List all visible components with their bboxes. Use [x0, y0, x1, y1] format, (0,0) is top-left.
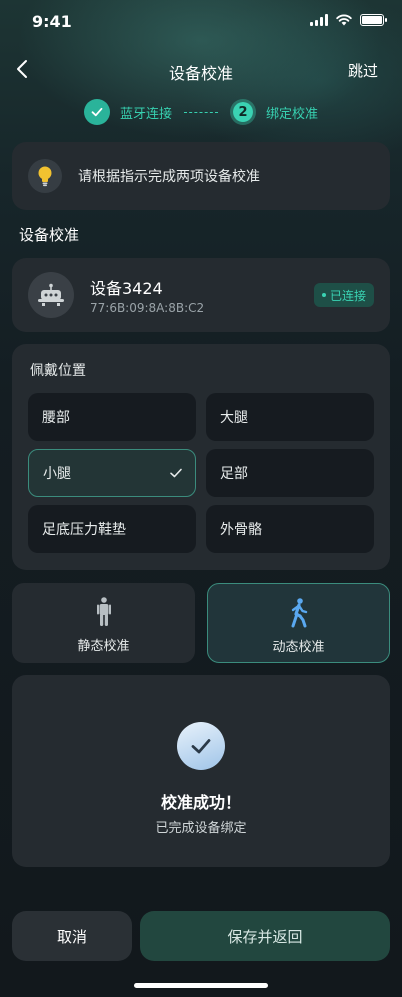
wear-option-thigh[interactable]: 大腿: [206, 393, 374, 441]
wear-position-card: 佩戴位置 腰部 大腿 小腿 足部 足底压力鞋垫 外骨骼: [12, 344, 390, 570]
connection-status-badge: 已连接: [313, 283, 374, 307]
step-done-check-icon: [83, 99, 110, 125]
wear-option-label: 外骨骼: [220, 522, 262, 538]
section-title: 设备校准: [19, 226, 80, 244]
device-card: 设备3424 77:6B:09:8A:8B:C2 已连接: [12, 258, 390, 332]
connection-status-text: 已连接: [329, 288, 366, 303]
save-and-return-button[interactable]: 保存并返回: [140, 911, 390, 961]
page-title: 设备校准: [168, 64, 233, 83]
step-connector: [184, 111, 218, 113]
battery-icon: [360, 14, 387, 26]
static-calibration-label: 静态校准: [77, 639, 130, 654]
standing-person-icon: [96, 597, 111, 626]
wear-option-exoskeleton[interactable]: 外骨骼: [206, 505, 374, 553]
wear-option-label: 足底压力鞋垫: [42, 522, 126, 538]
device-icon: [28, 272, 74, 318]
walking-person-icon: [291, 598, 307, 628]
step-1-label: 蓝牙连接: [119, 106, 172, 122]
wear-option-waist[interactable]: 腰部: [28, 393, 196, 441]
wear-position-title: 佩戴位置: [30, 363, 86, 379]
wear-option-label: 小腿: [43, 466, 71, 482]
dynamic-calibration-label: 动态校准: [272, 640, 325, 655]
status-icons: [310, 14, 387, 26]
wear-option-calf[interactable]: 小腿: [28, 449, 196, 497]
tip-card: 请根据指示完成两项设备校准: [12, 142, 390, 210]
lightbulb-icon: [28, 159, 62, 193]
wear-option-insole[interactable]: 足底压力鞋垫: [28, 505, 196, 553]
step-2-label: 绑定校准: [266, 106, 319, 122]
dynamic-calibration-button[interactable]: 动态校准: [207, 583, 390, 663]
cellular-signal-icon: [310, 14, 328, 26]
wear-option-label: 足部: [220, 466, 248, 482]
status-time: 9:41: [32, 12, 72, 31]
wear-option-foot[interactable]: 足部: [206, 449, 374, 497]
wifi-icon: [336, 14, 352, 26]
device-mac-address: 77:6B:09:8A:8B:C2: [90, 301, 205, 315]
checkmark-icon: [170, 468, 182, 478]
tip-text: 请根据指示完成两项设备校准: [78, 169, 260, 185]
step-indicator: 蓝牙连接 2 绑定校准: [0, 99, 402, 125]
wear-option-label: 大腿: [220, 410, 248, 426]
result-title: 校准成功！: [160, 793, 241, 812]
calibration-result-card: 校准成功！ 已完成设备绑定: [12, 675, 390, 867]
wear-option-label: 腰部: [42, 410, 70, 426]
skip-button[interactable]: 跳过: [348, 60, 378, 81]
static-calibration-button[interactable]: 静态校准: [12, 583, 195, 663]
status-dot-icon: [321, 293, 326, 297]
result-subtitle: 已完成设备绑定: [155, 821, 247, 836]
device-name: 设备3424: [90, 279, 163, 298]
success-check-icon: [177, 722, 225, 770]
cancel-button[interactable]: 取消: [12, 911, 132, 961]
home-indicator[interactable]: [134, 983, 268, 988]
step-2-number: 2: [230, 99, 256, 125]
